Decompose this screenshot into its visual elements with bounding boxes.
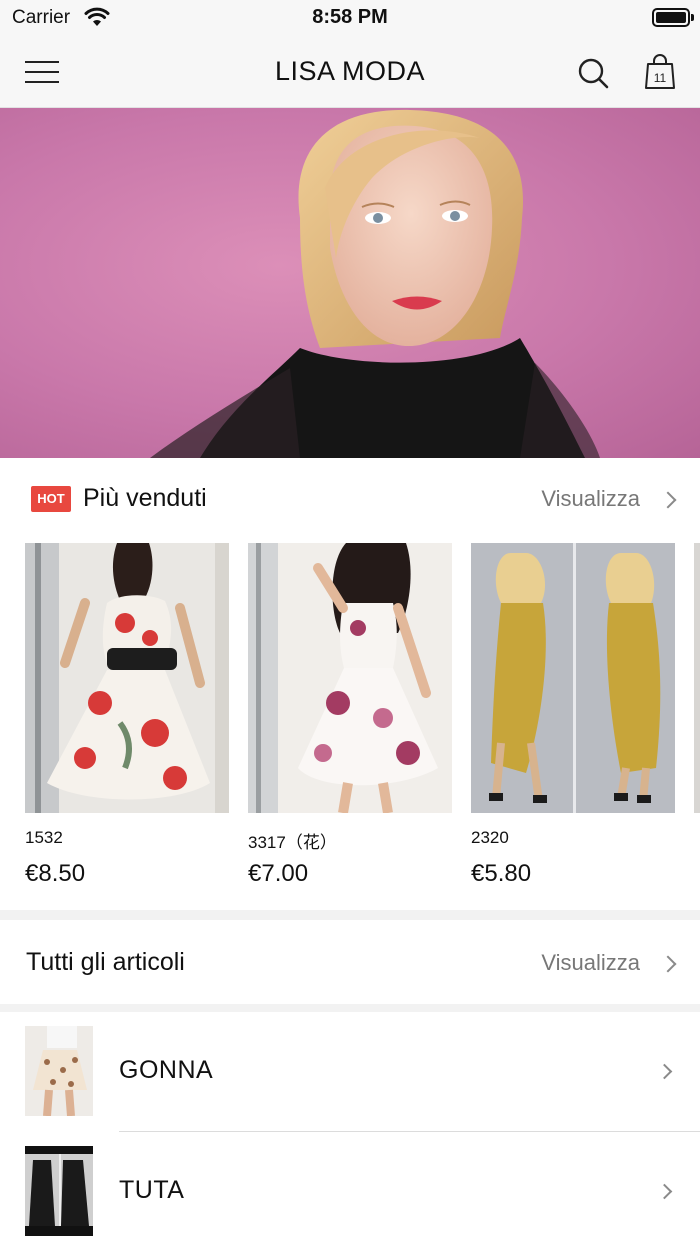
product-image — [471, 543, 675, 813]
product-card[interactable]: 2320 €5.80 — [471, 540, 675, 900]
cart-count: 11 — [654, 71, 667, 85]
clock: 8:58 PM — [312, 6, 388, 28]
product-image — [248, 543, 452, 813]
all-items-header: Tutti gli articoli Visualizza — [0, 920, 700, 1004]
best-sellers-view-all[interactable]: Visualizza — [541, 486, 640, 512]
product-price: €5.80 — [471, 860, 532, 887]
product-image — [25, 543, 229, 813]
category-thumbnail — [25, 1026, 93, 1116]
status-bar: Carrier 8:58 PM — [0, 0, 700, 36]
hero-banner[interactable] — [0, 108, 700, 458]
product-code: 1532 — [25, 828, 63, 847]
product-carousel[interactable]: 1532 €8.50 3317（花） €7.00 2320 €5.80 — [0, 540, 700, 910]
chevron-right-icon[interactable] — [659, 955, 677, 973]
product-code: 2320 — [471, 828, 509, 847]
category-thumbnail — [25, 1146, 93, 1236]
nav-bar: LISA MODA 11 — [0, 36, 700, 108]
hero-image — [150, 109, 600, 458]
section-divider — [0, 1004, 700, 1012]
best-sellers-header: HOT Più venduti Visualizza — [0, 458, 700, 542]
menu-icon[interactable] — [25, 60, 59, 84]
all-items-view-all[interactable]: Visualizza — [541, 950, 640, 976]
chevron-right-icon — [656, 1063, 673, 1080]
category-label: TUTA — [119, 1176, 185, 1204]
battery-icon — [652, 8, 694, 27]
product-price: €8.50 — [25, 860, 86, 887]
product-card[interactable]: 1532 €8.50 — [25, 540, 229, 900]
search-icon[interactable] — [576, 56, 610, 90]
chevron-right-icon — [656, 1183, 673, 1200]
cart-button[interactable]: 11 — [644, 54, 676, 90]
product-card-partial[interactable] — [694, 540, 700, 900]
section-divider — [0, 910, 700, 920]
chevron-right-icon[interactable] — [659, 491, 677, 509]
product-price: €7.00 — [248, 860, 309, 887]
product-code: 3317（花） — [248, 833, 337, 852]
best-sellers-title: Più venduti — [83, 484, 207, 512]
product-image — [694, 543, 700, 813]
category-row-tuta[interactable]: TUTA — [0, 1132, 700, 1244]
category-row-gonna[interactable]: GONNA — [0, 1012, 700, 1132]
category-label: GONNA — [119, 1056, 214, 1084]
hot-badge: HOT — [31, 486, 71, 512]
product-card[interactable]: 3317（花） €7.00 — [248, 540, 452, 900]
all-items-title: Tutti gli articoli — [26, 948, 185, 976]
shopping-bag-icon: 11 — [645, 54, 675, 89]
